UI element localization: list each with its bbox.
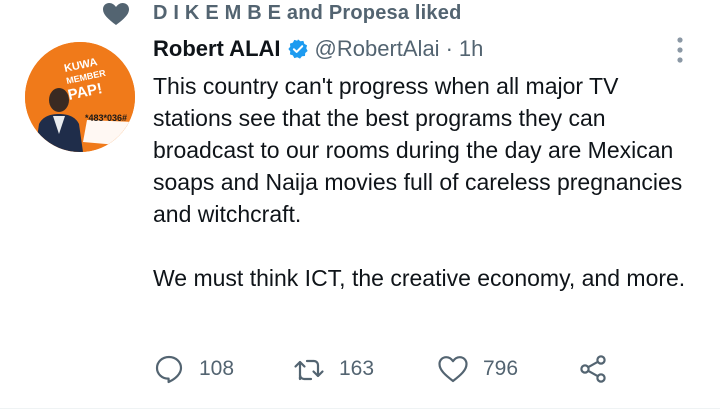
verified-badge-icon [287,39,308,59]
tweet-actions: 108 163 796 [153,350,633,388]
tweet-paragraph-1: This country can't progress when all maj… [153,73,683,227]
heart-icon [102,2,130,26]
reply-button[interactable]: 108 [153,350,234,388]
reply-icon [155,355,183,384]
avatar[interactable]: KUWA MEMBER PAP! *483*036# [25,42,135,152]
retweet-icon [294,359,324,381]
more-options-icon[interactable] [672,36,688,64]
tweet-timestamp[interactable]: 1h [459,36,483,62]
author-name[interactable]: Robert ALAI [153,36,281,62]
tweet-header: Robert ALAI @RobertAlai · 1h [153,33,483,65]
author-handle[interactable]: @RobertAlai [315,36,440,62]
like-count: 796 [483,357,519,380]
separator-dot: · [445,36,453,61]
retweet-count: 163 [339,357,375,380]
divider [0,408,720,409]
social-context-text[interactable]: D I K E M B E and Propesa liked [153,0,462,26]
tweet-paragraph-2: We must think ICT, the creative economy,… [153,265,686,291]
reply-count: 108 [199,357,235,380]
like-button[interactable]: 796 [437,350,518,388]
tweet-text: This country can't progress when all maj… [153,70,703,294]
heart-outline-icon [438,356,468,383]
share-button[interactable] [577,350,609,388]
share-icon [580,355,606,383]
retweet-button[interactable]: 163 [293,350,374,388]
avatar-code: *483*036# [85,113,127,123]
